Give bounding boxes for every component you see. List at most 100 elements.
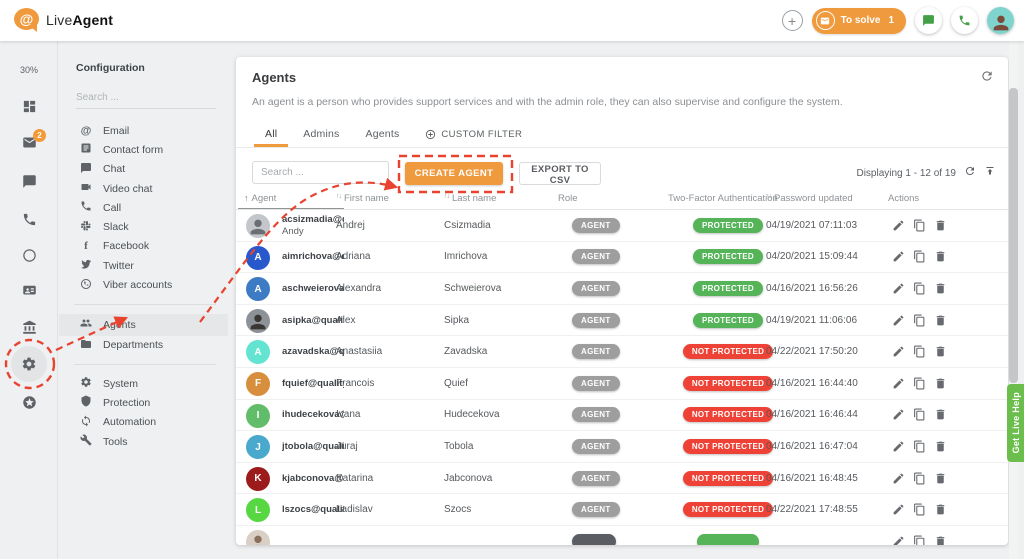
- edit-agent-button[interactable]: [892, 535, 905, 545]
- delete-agent-button[interactable]: [934, 345, 947, 358]
- delete-agent-button[interactable]: [934, 282, 947, 295]
- role-cell: AGENT: [572, 431, 620, 462]
- table-refresh-icon[interactable]: [964, 164, 976, 182]
- delete-agent-button[interactable]: [934, 408, 947, 421]
- page-scrollbar-thumb[interactable]: [1009, 88, 1018, 383]
- duplicate-agent-button[interactable]: [913, 282, 926, 295]
- table-row[interactable]: Llszocs@qualityunLadislavSzocsAGENTNOT P…: [236, 494, 1008, 526]
- duplicate-agent-button[interactable]: [913, 345, 926, 358]
- tab-admins[interactable]: Admins: [290, 121, 352, 147]
- edit-agent-button[interactable]: [892, 440, 905, 453]
- create-agent-button[interactable]: CREATE AGENT: [405, 162, 503, 185]
- tickets-icon[interactable]: 2: [0, 135, 58, 150]
- academy-icon[interactable]: [0, 320, 58, 335]
- duplicate-agent-button[interactable]: [913, 472, 926, 485]
- duplicate-agent-button[interactable]: [913, 219, 926, 232]
- edit-agent-button[interactable]: [892, 219, 905, 232]
- row-actions: [892, 526, 947, 545]
- calls-button[interactable]: [951, 7, 978, 34]
- duplicate-agent-button[interactable]: [913, 408, 926, 421]
- liveagent-logo[interactable]: @ LiveAgent: [14, 8, 113, 32]
- table-row[interactable]: Aaimrichova@qualiAdrianaImrichovaAGENTPR…: [236, 242, 1008, 274]
- delete-agent-button[interactable]: [934, 440, 947, 453]
- export-csv-button[interactable]: EXPORT TO CSV: [519, 162, 601, 185]
- table-row[interactable]: asipka@qualityunAlexSipkaAGENTPROTECTED0…: [236, 305, 1008, 337]
- role-badge: AGENT: [572, 376, 620, 391]
- edit-agent-button[interactable]: [892, 250, 905, 263]
- edit-agent-button[interactable]: [892, 314, 905, 327]
- delete-agent-button[interactable]: [934, 250, 947, 263]
- sidebar-item-video-chat[interactable]: Video chat: [59, 179, 228, 198]
- get-live-help-tab[interactable]: Get Live Help: [1007, 384, 1024, 462]
- duplicate-agent-button[interactable]: [913, 314, 926, 327]
- table-search-input[interactable]: [252, 161, 389, 184]
- customers-card-icon[interactable]: [0, 282, 58, 297]
- duplicate-agent-button[interactable]: [913, 440, 926, 453]
- tab-all[interactable]: All: [252, 121, 290, 147]
- sidebar-item-chat[interactable]: Chat: [59, 160, 228, 179]
- column-header-agent[interactable]: ↑Agent: [244, 193, 276, 204]
- edit-agent-button[interactable]: [892, 503, 905, 516]
- sidebar-item-departments[interactable]: Departments: [59, 336, 228, 355]
- sidebar-item-agents[interactable]: Agents: [59, 314, 228, 336]
- table-row[interactable]: Jjtobola@qualityurJurajTobolaAGENTNOT PR…: [236, 431, 1008, 463]
- collapse-top-icon[interactable]: [984, 164, 996, 182]
- edit-agent-button[interactable]: [892, 377, 905, 390]
- dashboard-icon[interactable]: [0, 99, 58, 114]
- delete-agent-button[interactable]: [934, 314, 947, 327]
- column-header-password-updated[interactable]: ↑↓Password updated: [766, 193, 853, 204]
- chats-button[interactable]: [915, 7, 942, 34]
- duplicate-agent-button[interactable]: [913, 503, 926, 516]
- edit-agent-button[interactable]: [892, 345, 905, 358]
- sidebar-item-automation[interactable]: Automation: [59, 413, 228, 432]
- status-circle-icon[interactable]: [0, 248, 58, 263]
- edit-agent-button[interactable]: [892, 472, 905, 485]
- table-row[interactable]: Iihudecekova@quIvanaHudecekovaAGENTNOT P…: [236, 400, 1008, 432]
- tab-custom-filter[interactable]: CUSTOM FILTER: [412, 121, 535, 147]
- delete-agent-button[interactable]: [934, 503, 947, 516]
- chats-rail-icon[interactable]: [0, 174, 58, 189]
- refresh-icon[interactable]: [980, 69, 994, 88]
- agents-card: Agents An agent is a person who provides…: [236, 57, 1008, 545]
- duplicate-agent-button[interactable]: [913, 377, 926, 390]
- table-row[interactable]: [236, 526, 1008, 545]
- duplicate-agent-button[interactable]: [913, 535, 926, 545]
- table-row[interactable]: Aaschweierova@quAlexandraSchweierovaAGEN…: [236, 273, 1008, 305]
- column-header-first-name[interactable]: ↑↓First name: [336, 193, 389, 204]
- table-row[interactable]: Kkjabconova@qualKatarinaJabconovaAGENTNO…: [236, 463, 1008, 495]
- table-row[interactable]: Ffquief@qualityuniFrancoisQuiefAGENTNOT …: [236, 368, 1008, 400]
- agent-last-name: Sipka: [444, 305, 469, 336]
- configuration-search-input[interactable]: [76, 90, 216, 109]
- sidebar-item-contact-form[interactable]: Contact form: [59, 140, 228, 159]
- delete-agent-button[interactable]: [934, 377, 947, 390]
- tab-agents[interactable]: Agents: [353, 121, 413, 147]
- edit-agent-button[interactable]: [892, 408, 905, 421]
- sidebar-item-label: Tools: [103, 436, 128, 448]
- to-solve-button[interactable]: To solve 1: [812, 8, 906, 34]
- sidebar-item-email[interactable]: @Email: [59, 121, 228, 140]
- column-label: Role: [558, 193, 578, 204]
- delete-agent-button[interactable]: [934, 219, 947, 232]
- table-row[interactable]: acsizmadia@qual,AndyAndrejCsizmadiaAGENT…: [236, 210, 1008, 242]
- add-new-button[interactable]: +: [782, 10, 803, 31]
- delete-agent-button[interactable]: [934, 535, 947, 545]
- table-row[interactable]: Aazavadska@qualiAnastasiiaZavadskaAGENTN…: [236, 336, 1008, 368]
- column-header-two-factor-authentication: Two-Factor Authentication: [668, 193, 778, 204]
- gamification-star-icon[interactable]: [0, 395, 58, 410]
- sidebar-item-protection[interactable]: Protection: [59, 393, 228, 412]
- column-header-last-name[interactable]: ↑↓Last name: [444, 193, 496, 204]
- configuration-gear-button[interactable]: [11, 346, 47, 382]
- edit-agent-button[interactable]: [892, 282, 905, 295]
- sidebar-item-facebook[interactable]: fFacebook: [59, 237, 228, 256]
- calls-rail-icon[interactable]: [0, 212, 58, 227]
- sidebar-item-slack[interactable]: Slack: [59, 217, 228, 236]
- duplicate-agent-button[interactable]: [913, 250, 926, 263]
- delete-agent-button[interactable]: [934, 472, 947, 485]
- sidebar-item-call[interactable]: Call: [59, 198, 228, 217]
- sidebar-item-tools[interactable]: Tools: [59, 432, 228, 451]
- row-actions: [892, 368, 947, 399]
- sidebar-item-twitter[interactable]: Twitter: [59, 256, 228, 275]
- sidebar-item-viber-accounts[interactable]: Viber accounts: [59, 275, 228, 294]
- sidebar-item-system[interactable]: System: [59, 374, 228, 393]
- user-avatar[interactable]: [987, 7, 1014, 34]
